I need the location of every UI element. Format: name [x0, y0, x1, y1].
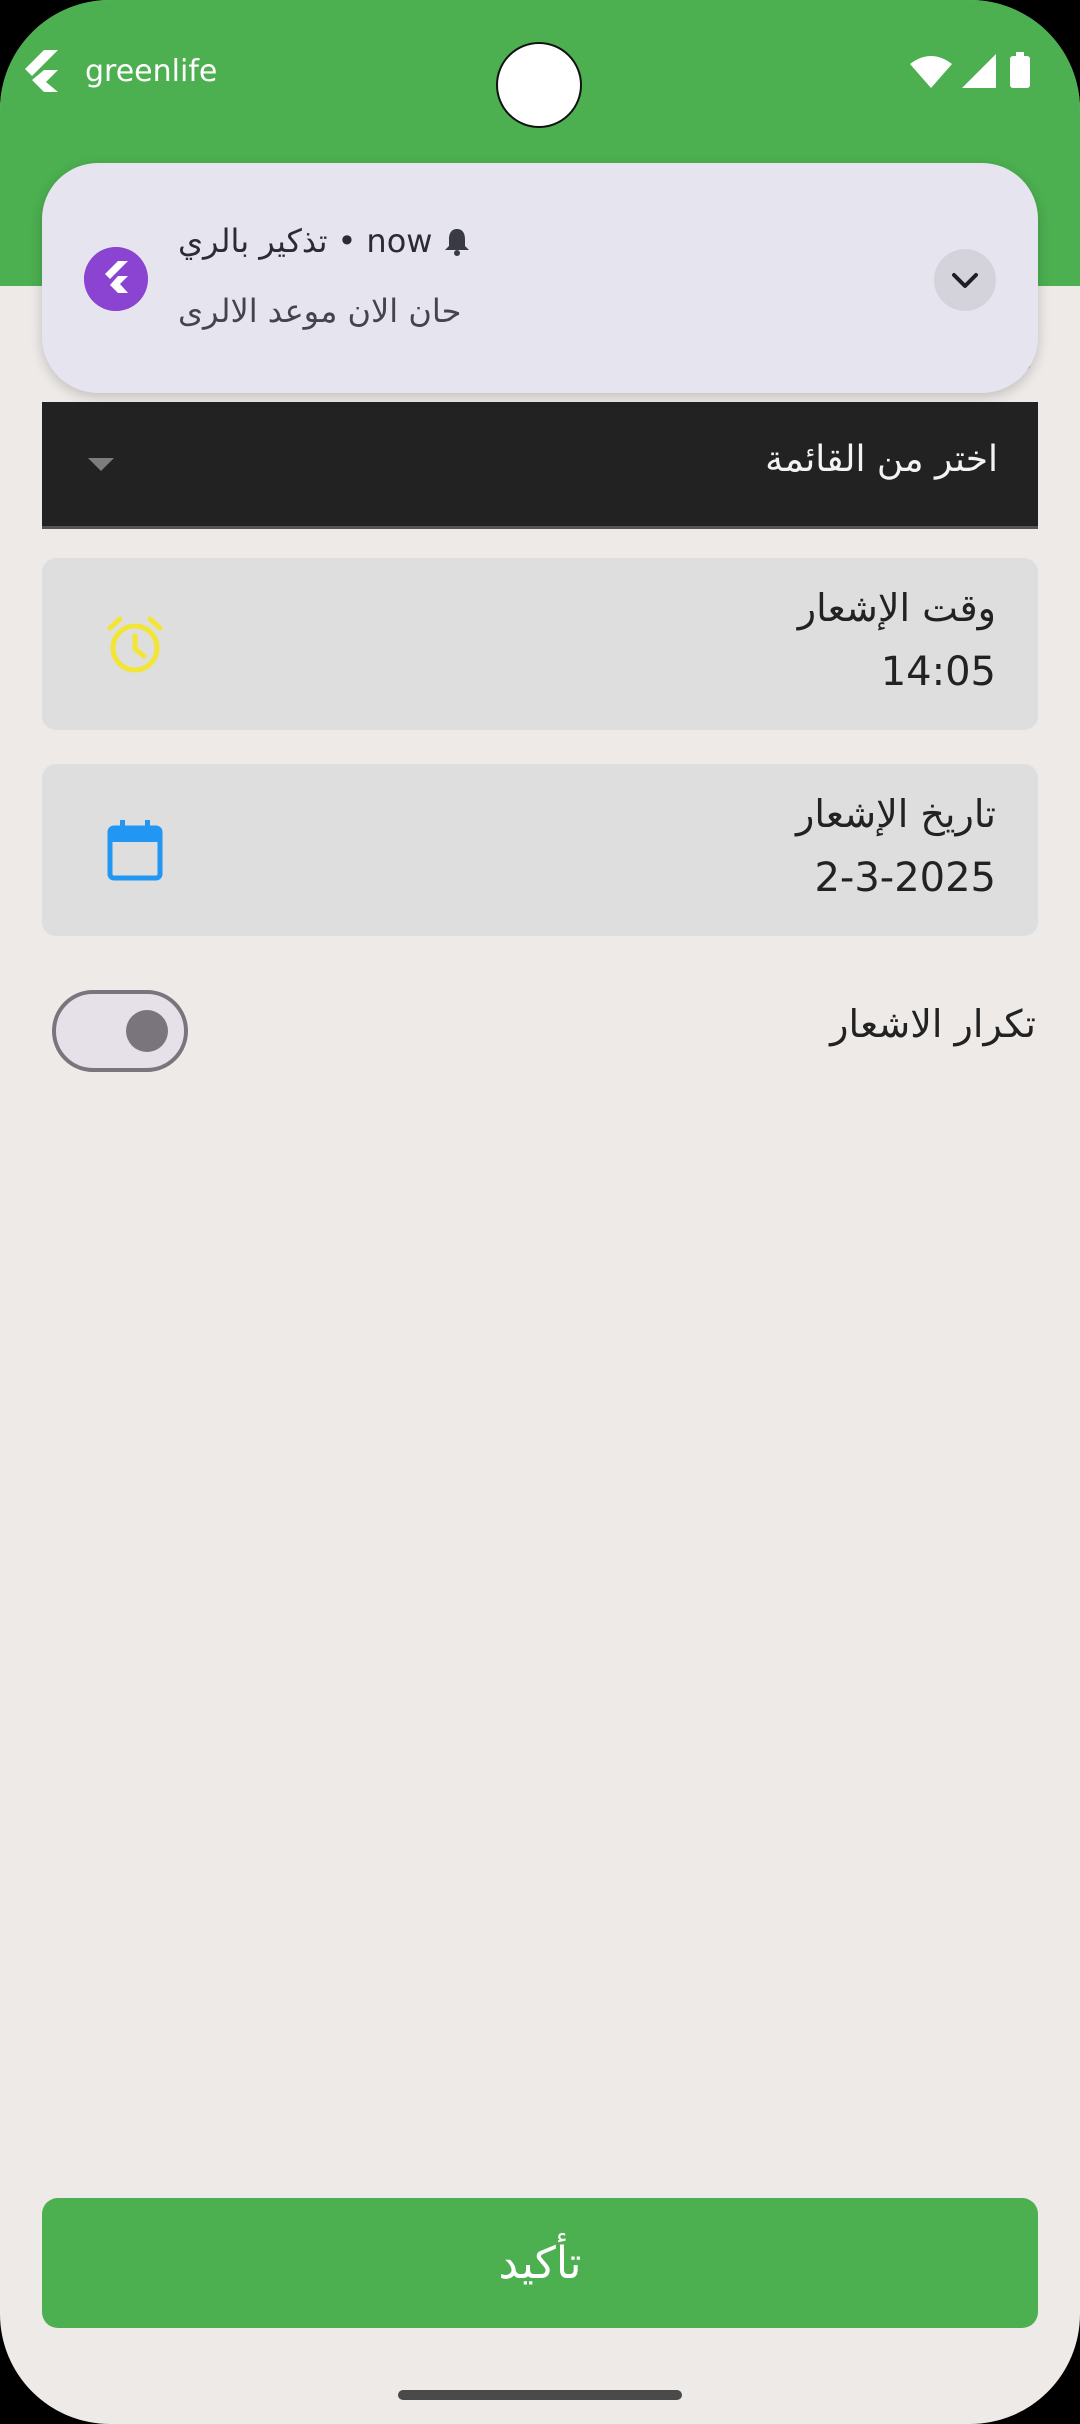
toggle-knob — [126, 1010, 168, 1052]
repeat-label: تكرار الاشعار — [830, 1002, 1036, 1046]
notification-header: تذكير بالري • now — [178, 221, 472, 261]
confirm-button[interactable]: تأكيد — [42, 2198, 1038, 2328]
heads-up-notification[interactable]: تذكير بالري • now حان الان موعد الالرى — [42, 163, 1038, 393]
camera-cutout — [496, 42, 582, 128]
chevron-down-icon — [952, 273, 978, 288]
notification-expand-button[interactable] — [934, 249, 996, 311]
battery-icon — [1010, 52, 1030, 88]
dropdown-value: اختر من القائمة — [765, 439, 998, 480]
notification-time-card[interactable]: وقت الإشعار 14:05 — [42, 558, 1038, 730]
alarm-clock-icon[interactable] — [104, 614, 166, 676]
notification-time: now — [366, 222, 433, 260]
signal-icon — [962, 54, 996, 88]
home-indicator[interactable] — [398, 2390, 682, 2400]
arrow-drop-down-icon — [88, 458, 114, 471]
phone-screen: greenlife د اختر من القائمة وقت الإشعار … — [0, 0, 1080, 2424]
date-label: تاريخ الإشعار — [795, 792, 996, 836]
time-label: وقت الإشعار — [797, 586, 996, 630]
notification-separator: • — [337, 222, 357, 260]
repeat-toggle[interactable] — [52, 990, 188, 1072]
status-app-name: greenlife — [85, 54, 218, 89]
notification-date-card[interactable]: تاريخ الإشعار 2-3-2025 — [42, 764, 1038, 936]
status-bar: greenlife — [0, 0, 1080, 150]
flutter-icon — [25, 50, 58, 92]
bell-icon — [445, 229, 470, 256]
category-dropdown[interactable]: اختر من القائمة — [42, 402, 1038, 529]
notification-app-icon — [84, 247, 148, 311]
wifi-icon — [910, 56, 952, 88]
calendar-icon[interactable] — [104, 820, 166, 882]
date-value: 2-3-2025 — [814, 855, 996, 901]
status-icons — [910, 52, 1040, 92]
notification-body: حان الان موعد الالرى — [178, 292, 462, 330]
notification-title: تذكير بالري — [178, 222, 328, 260]
time-value: 14:05 — [880, 649, 996, 695]
